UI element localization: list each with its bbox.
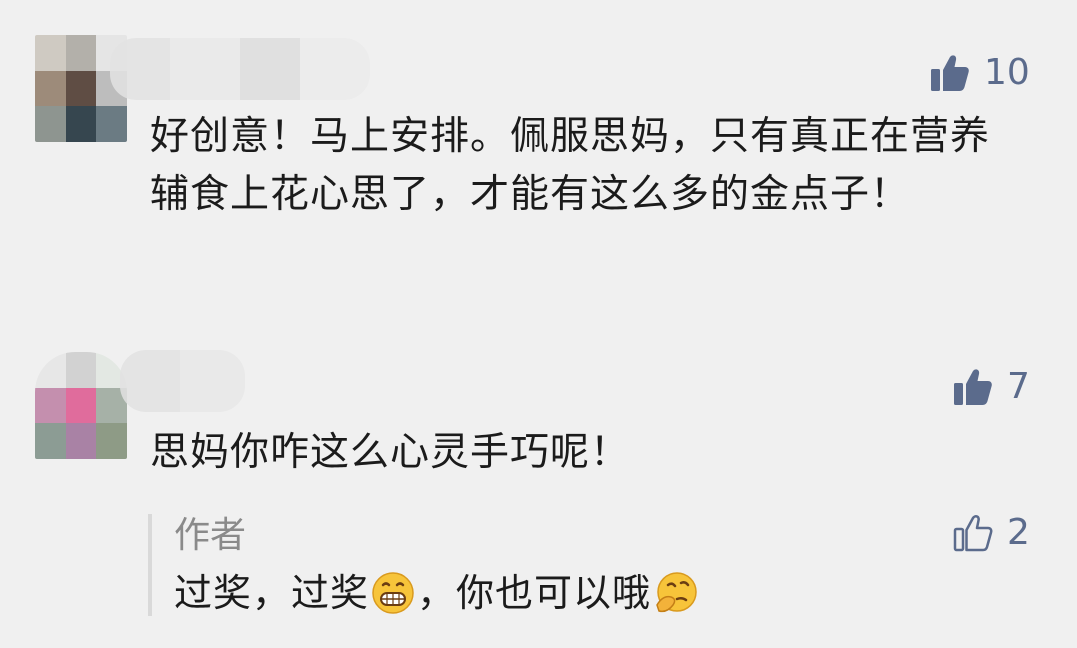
thumbs-up-outline-icon	[953, 514, 993, 551]
thumbs-up-filled-icon	[954, 368, 992, 405]
comment-text: 思妈你咋这么心灵手巧呢！	[150, 430, 631, 475]
comment-list: 10 好创意！马上安排。佩服思妈，只有真正在营养辅食上花心思了，才能有这么多的金…	[0, 0, 1077, 648]
comment-text: 好创意！马上安排。佩服思妈，只有真正在营养辅食上花心思了，才能有这么多的金点子！	[150, 114, 991, 217]
like-button[interactable]: 7	[953, 366, 1030, 407]
author-reply: 作者 过奖，过奖 ，你也可以哦	[148, 514, 1028, 616]
blurred-nickname[interactable]	[120, 350, 245, 412]
reply-text: 过奖，过奖 ，你也可以哦	[174, 564, 1028, 622]
avatar[interactable]	[35, 352, 127, 459]
grinning-face-emoji-icon	[372, 572, 414, 614]
like-count: 10	[984, 52, 1030, 93]
reply-text-part2: ，你也可以哦	[417, 571, 652, 615]
reply-author-label: 作者	[174, 515, 247, 556]
thumbs-up-filled-icon	[931, 54, 969, 91]
reply-text-part1: 过奖，过奖	[174, 571, 370, 615]
like-button[interactable]: 2	[953, 512, 1030, 553]
thinking-face-emoji-icon	[656, 572, 697, 613]
blurred-nickname[interactable]	[110, 38, 370, 100]
like-count: 2	[1007, 512, 1030, 553]
like-count: 7	[1007, 366, 1030, 407]
like-button[interactable]: 10	[930, 52, 1030, 93]
